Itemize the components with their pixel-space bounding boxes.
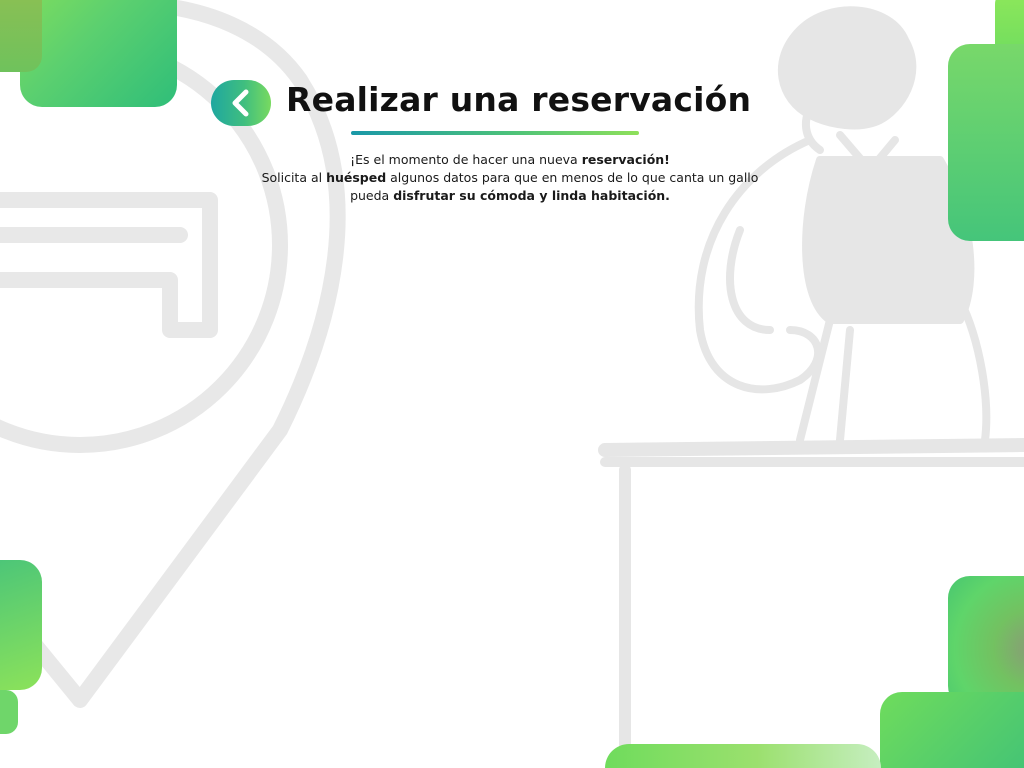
chevron-left-icon [228, 88, 254, 118]
intro-highlight: reservación! [581, 152, 670, 167]
intro-highlight: disfrutar su cómoda y linda habitación. [393, 188, 670, 203]
page-title: Realizar una reservación [286, 80, 752, 119]
intro-highlight: huésped [326, 170, 387, 185]
reservation-screen: Realizar una reservación ¡Es el momento … [0, 0, 1024, 768]
intro-text: ¡Es el momento de hacer una nueva reserv… [210, 151, 810, 205]
intro-line-1: ¡Es el momento de hacer una nueva reserv… [210, 151, 810, 169]
intro-text-segment: Solicita al [261, 170, 327, 185]
intro-text-segment: ¡Es el momento de hacer una nueva [350, 152, 582, 167]
back-button[interactable] [211, 80, 271, 126]
decorative-block [0, 0, 42, 72]
decorative-block [605, 744, 881, 768]
decorative-block [880, 692, 1024, 768]
decorative-block [0, 690, 18, 734]
title-underline [351, 131, 639, 135]
intro-line-3: pueda disfrutar su cómoda y linda habita… [210, 187, 810, 205]
decorative-block [20, 0, 177, 107]
intro-text-segment: algunos datos para que en menos de lo qu… [386, 170, 759, 185]
decorative-block [0, 560, 42, 690]
intro-text-segment: pueda [350, 188, 394, 203]
decorative-block [948, 44, 1024, 241]
decorative-block [948, 576, 1024, 708]
intro-line-2: Solicita al huésped algunos datos para q… [210, 169, 810, 187]
